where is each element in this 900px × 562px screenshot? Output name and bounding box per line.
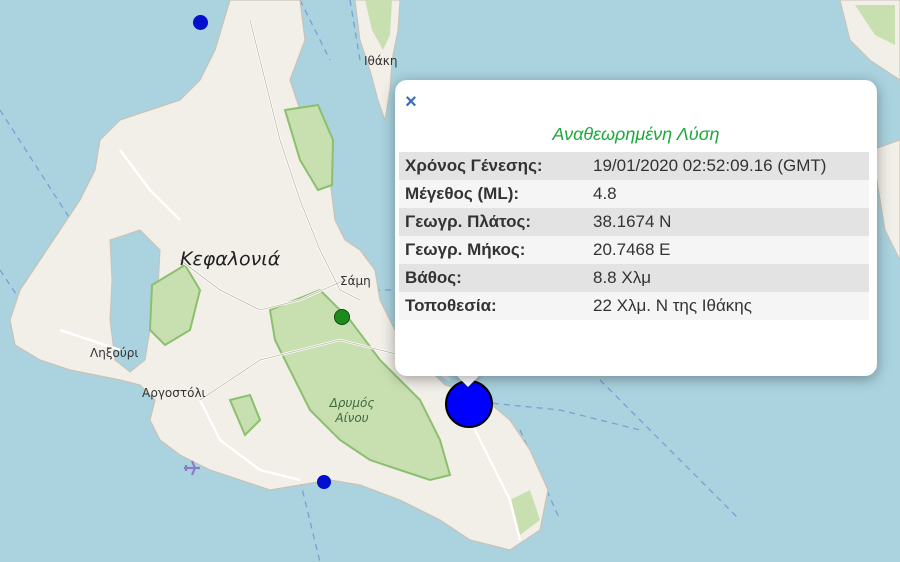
table-row: Βάθος: 8.8 Χλμ <box>399 264 869 292</box>
earthquake-marker-selected[interactable] <box>445 380 493 428</box>
earthquake-marker-small[interactable] <box>317 475 331 489</box>
table-row: Τοποθεσία: 22 Χλμ. Ν της Ιθάκης <box>399 292 869 320</box>
origin-time-value: 19/01/2020 02:52:09.16 (GMT) <box>587 152 869 180</box>
island-label: Κεφαλονιά <box>180 248 281 270</box>
magnitude-value: 4.8 <box>587 180 869 208</box>
depth-value: 8.8 Χλμ <box>587 264 869 292</box>
table-row: Γεωγρ. Μήκος: 20.7468 E <box>399 236 869 264</box>
close-icon[interactable]: × <box>401 92 421 112</box>
table-row: Μέγεθος (ML): 4.8 <box>399 180 869 208</box>
lixouri-label: Ληξούρι <box>90 346 139 360</box>
location-value: 22 Χλμ. Ν της Ιθάκης <box>587 292 869 320</box>
map-view[interactable]: Κεφαλονιά Ιθάκη Σάμη Ληξούρι Αργοστόλι Δ… <box>0 0 900 562</box>
ithaca-label: Ιθάκη <box>364 54 398 68</box>
longitude-label: Γεωγρ. Μήκος: <box>399 236 587 264</box>
location-label: Τοποθεσία: <box>399 292 587 320</box>
earthquake-popup: × Αναθεωρημένη Λύση Χρόνος Γένεσης: 19/0… <box>395 80 877 376</box>
popup-title: Αναθεωρημένη Λύση <box>552 124 720 144</box>
latitude-label: Γεωγρ. Πλάτος: <box>399 208 587 236</box>
table-row: Γεωγρ. Πλάτος: 38.1674 N <box>399 208 869 236</box>
magnitude-label: Μέγεθος (ML): <box>399 180 587 208</box>
earthquake-marker-green[interactable] <box>334 309 350 325</box>
depth-label: Βάθος: <box>399 264 587 292</box>
origin-time-label: Χρόνος Γένεσης: <box>399 152 587 180</box>
park-label: Δρυμός Αίνου <box>329 396 375 425</box>
earthquake-info-table: Χρόνος Γένεσης: 19/01/2020 02:52:09.16 (… <box>399 152 869 320</box>
longitude-value: 20.7468 E <box>587 236 869 264</box>
argostoli-label: Αργοστόλι <box>142 386 206 400</box>
sami-label: Σάμη <box>340 274 371 288</box>
latitude-value: 38.1674 N <box>587 208 869 236</box>
table-row: Χρόνος Γένεσης: 19/01/2020 02:52:09.16 (… <box>399 152 869 180</box>
earthquake-marker-small[interactable] <box>193 15 208 30</box>
